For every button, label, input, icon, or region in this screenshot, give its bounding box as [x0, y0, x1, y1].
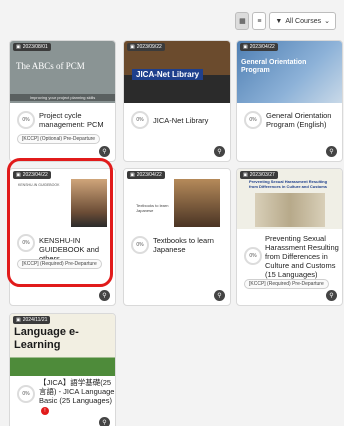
course-thumbnail: ▣ 2023/04/22 General Orientation Program: [237, 41, 342, 103]
course-title[interactable]: Project cycle management: PCM: [39, 111, 114, 129]
thumb-title: Language e-Learning: [14, 326, 79, 351]
link-icon[interactable]: ⚲: [99, 417, 110, 426]
link-icon[interactable]: ⚲: [326, 290, 337, 301]
link-icon[interactable]: ⚲: [326, 146, 337, 157]
course-tag: [KCCP] (Optional) Pre-Departure: [17, 134, 101, 144]
thumb-photo: [174, 179, 220, 227]
date-badge: ▣ 2023/09/22: [127, 43, 165, 51]
course-card-kenshu-guidebook[interactable]: ▣ 2023/04/22 KENSHU-IN GUIDEBOOK 0% KENSH…: [9, 168, 116, 306]
progress-ring: 0%: [17, 234, 35, 252]
view-toolbar: ▦ ≡ ▼ All Courses ⌄: [235, 12, 336, 30]
course-thumbnail: ▣ 2023/04/22 KENSHU-IN GUIDEBOOK: [10, 169, 115, 233]
link-icon[interactable]: ⚲: [214, 290, 225, 301]
date-badge: ▣ 2023/08/01: [13, 43, 51, 51]
date-badge: ▣ 2024/11/21: [13, 316, 51, 324]
course-card-jica-net[interactable]: ▣ 2023/09/22 JICA-Net Library 0% JICA-Net…: [123, 40, 231, 162]
alert-badge: !: [41, 407, 49, 415]
progress-ring: 0%: [244, 111, 262, 129]
thumb-title: JICA-Net Library: [132, 69, 204, 80]
progress-ring: 0%: [17, 385, 35, 403]
list-view-button[interactable]: ≡: [252, 12, 267, 30]
course-thumbnail: ▣ 2023/09/22 JICA-Net Library: [124, 41, 230, 103]
date-badge: ▣ 2023/04/22: [13, 171, 51, 179]
course-card-language[interactable]: ▣ 2024/11/21 Language e-Learning 0% 【JICA…: [9, 313, 116, 426]
course-title[interactable]: Preventing Sexual Harassment Resulting f…: [265, 234, 342, 279]
course-tag: [KCCP] (Required) Pre-Departure: [244, 279, 329, 289]
date-badge: ▣ 2023/04/22: [240, 43, 278, 51]
course-tag: [KCCP] (Required) Pre-Departure: [17, 259, 102, 269]
thumb-title: General Orientation Program: [241, 59, 307, 74]
link-icon[interactable]: ⚲: [214, 146, 225, 157]
calendar-icon: ▣: [16, 317, 21, 323]
calendar-icon: ▣: [130, 172, 135, 178]
course-title[interactable]: General Orientation Program (English): [266, 111, 341, 129]
date-badge: ▣ 2023/04/22: [127, 171, 165, 179]
date-badge: ▣ 2023/03/27: [240, 171, 278, 179]
progress-ring: 0%: [131, 111, 149, 129]
filter-icon: ▼: [275, 17, 283, 25]
calendar-icon: ▣: [130, 44, 135, 50]
course-card-textbooks[interactable]: ▣ 2023/04/22 Textbooks to learn Japanese …: [123, 168, 231, 306]
thumb-photo: [71, 179, 107, 227]
filter-label: All Courses: [285, 17, 322, 25]
progress-ring: 0%: [131, 236, 149, 254]
course-title[interactable]: Textbooks to learn Japanese: [153, 236, 228, 254]
course-card-orientation[interactable]: ▣ 2023/04/22 General Orientation Program …: [236, 40, 343, 162]
grid-view-button[interactable]: ▦: [235, 12, 250, 30]
course-thumbnail: ▣ 2023/03/27 Preventing Sexual Harassment…: [237, 169, 342, 229]
progress-ring: 0%: [244, 247, 262, 265]
chevron-down-icon: ⌄: [324, 18, 330, 25]
calendar-icon: ▣: [16, 44, 21, 50]
thumb-title: The ABCs of PCM: [16, 61, 85, 71]
course-title[interactable]: JICA-Net Library: [153, 116, 228, 125]
course-thumbnail: ▣ 2023/08/01 The ABCs of PCM Improving yo…: [10, 41, 115, 103]
course-thumbnail: ▣ 2023/04/22 Textbooks to learn Japanese: [124, 169, 230, 233]
grid-icon: ▦: [239, 18, 246, 25]
calendar-icon: ▣: [243, 172, 248, 178]
course-filter-select[interactable]: ▼ All Courses ⌄: [269, 12, 336, 30]
course-title[interactable]: 【JICA】語学基礎(25言語) - JICA Language Basic (…: [39, 378, 115, 415]
course-thumbnail: ▣ 2024/11/21 Language e-Learning: [10, 314, 115, 376]
thumb-title: Preventing Sexual Harassment Resulting f…: [248, 179, 328, 189]
thumb-title: KENSHU-IN GUIDEBOOK: [18, 183, 60, 187]
course-card-pcm[interactable]: ▣ 2023/08/01 The ABCs of PCM Improving yo…: [9, 40, 116, 162]
thumb-subtitle: Improving your project planning skills: [10, 94, 115, 101]
link-icon[interactable]: ⚲: [99, 146, 110, 157]
course-card-harassment[interactable]: ▣ 2023/03/27 Preventing Sexual Harassment…: [236, 168, 343, 306]
thumb-photo: [255, 193, 325, 227]
calendar-icon: ▣: [16, 172, 21, 178]
calendar-icon: ▣: [243, 44, 248, 50]
link-icon[interactable]: ⚲: [99, 290, 110, 301]
thumb-title: Textbooks to learn Japanese: [136, 203, 169, 213]
list-icon: ≡: [257, 17, 262, 25]
progress-ring: 0%: [17, 111, 35, 129]
